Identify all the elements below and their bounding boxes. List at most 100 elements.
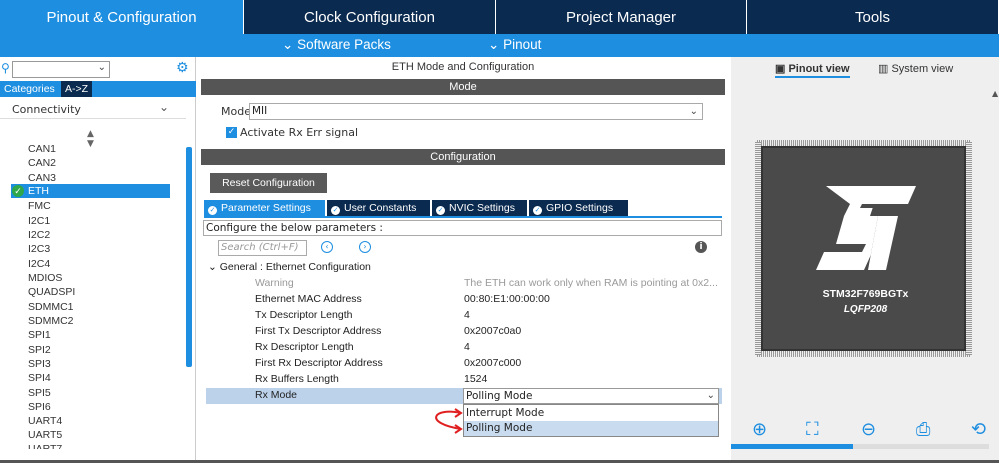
tab-label: Parameter Settings (221, 202, 311, 214)
zoom-out-icon[interactable]: ⊖ (861, 419, 876, 440)
export-icon[interactable]: ⎙ (916, 419, 930, 440)
list-item-mdios[interactable]: MDIOS (28, 271, 62, 285)
group-header[interactable]: ⌄ General : Ethernet Configuration (208, 261, 371, 273)
list-item-spi5[interactable]: SPI5 (28, 386, 51, 400)
chip-name: STM32F769BGTx (822, 288, 909, 300)
table-row[interactable]: Warning The ETH can work only when RAM is… (206, 276, 722, 292)
list-item-spi6[interactable]: SPI6 (28, 400, 51, 414)
st-logo (816, 186, 916, 270)
category-search: ⚲ ⌄ ⚙ (0, 59, 196, 79)
horizontal-scrollbar[interactable] (731, 444, 989, 449)
group-label: General : Ethernet Configuration (219, 261, 371, 273)
list-item-spi3[interactable]: SPI3 (28, 357, 51, 371)
tab-label: GPIO Settings (546, 202, 614, 214)
param-value: 0x2007c000 (464, 357, 522, 369)
mcu-chip[interactable]: STM32F769BGTx LQFP208 (761, 146, 966, 351)
category-search-input[interactable]: ⌄ (12, 61, 110, 78)
tab-categories[interactable]: Categories (0, 81, 59, 97)
chevron-down-icon: ⌄ (706, 390, 715, 401)
list-item-spi2[interactable]: SPI2 (28, 343, 51, 357)
pinout-menu[interactable]: ⌄ Pinout (488, 37, 541, 53)
param-name: First Tx Descriptor Address (255, 325, 382, 337)
rx-mode-select[interactable]: Polling Mode ⌄ (463, 388, 719, 404)
list-item-spi4[interactable]: SPI4 (28, 371, 51, 385)
list-item-spi1[interactable]: SPI1 (28, 328, 51, 342)
table-row[interactable]: Rx Descriptor Length 4 (206, 340, 722, 356)
list-item-fmc[interactable]: FMC (28, 199, 51, 213)
scrollbar[interactable] (186, 147, 192, 367)
table-row[interactable]: Rx Buffers Length 1524 (206, 372, 722, 388)
search-input[interactable]: Search (Ctrl+F) (218, 240, 307, 256)
list-item-uart7[interactable]: UART7 (28, 442, 62, 449)
tab-clock-configuration[interactable]: Clock Configuration (244, 0, 496, 34)
list-item-i2c4[interactable]: I2C4 (28, 257, 50, 271)
connectivity-section-header[interactable]: Connectivity ⌄ (0, 99, 186, 119)
param-name: Warning (255, 277, 294, 289)
configuration-header: Configuration (201, 149, 725, 165)
tab-system-view[interactable]: ▥ System view (878, 62, 953, 75)
configure-below-label: Configure the below parameters : (203, 220, 722, 236)
activate-rx-err-checkbox[interactable]: ✓ (226, 127, 237, 138)
list-item-can2[interactable]: CAN2 (28, 156, 56, 170)
table-row[interactable]: Ethernet MAC Address 00:80:E1:00:00:00 (206, 292, 722, 308)
previous-icon[interactable]: ‹ (321, 241, 333, 253)
tab-project-manager[interactable]: Project Manager (496, 0, 747, 34)
chevron-down-icon: ⌄ (488, 37, 504, 52)
param-value: 1524 (464, 373, 488, 385)
list-item-quadspi[interactable]: QUADSPI (28, 285, 75, 299)
gear-icon[interactable]: ⚙ (176, 60, 189, 76)
param-value: The ETH can work only when RAM is pointi… (464, 277, 718, 289)
list-item-i2c1[interactable]: I2C1 (28, 214, 50, 228)
param-name: Rx Descriptor Length (255, 341, 354, 353)
tab-tools[interactable]: Tools (747, 0, 999, 34)
chevron-down-icon: ⌄ (159, 100, 170, 114)
activate-rx-err-label: Activate Rx Err signal (240, 126, 359, 139)
reset-configuration-button[interactable]: Reset Configuration (210, 173, 327, 193)
list-item-i2c3[interactable]: I2C3 (28, 242, 50, 256)
list-item-eth[interactable]: ✓ ETH (11, 184, 170, 198)
rotate-icon[interactable]: ⟲ (971, 419, 986, 440)
list-item-sdmmc2[interactable]: SDMMC2 (28, 314, 74, 328)
search-icon[interactable]: ⚲ (1, 61, 10, 75)
tab-parameter-settings[interactable]: ✓ Parameter Settings (204, 200, 325, 216)
scrollbar-thumb[interactable] (731, 444, 853, 449)
tab-nvic-settings[interactable]: ✓ NVIC Settings (432, 200, 527, 216)
zoom-in-icon[interactable]: ⊕ (752, 419, 767, 440)
panel-title: ETH Mode and Configuration (391, 61, 535, 73)
tab-label: User Constants (344, 202, 417, 214)
fit-to-window-icon[interactable]: ⛶ (806, 419, 819, 440)
mode-select[interactable]: MII ⌄ (249, 103, 703, 120)
chevron-down-icon: ⌄ (689, 106, 698, 117)
table-row[interactable]: First Rx Descriptor Address 0x2007c000 (206, 356, 722, 372)
red-arrow-annotation (435, 408, 463, 434)
list-item-can3[interactable]: CAN3 (28, 171, 56, 185)
chip-pins-right (966, 142, 972, 355)
table-row[interactable]: Tx Descriptor Length 4 (206, 308, 722, 324)
list-item-uart5[interactable]: UART5 (28, 428, 62, 442)
next-icon[interactable]: › (359, 241, 371, 253)
list-item-can1[interactable]: CAN1 (28, 142, 56, 156)
tab-pinout-view[interactable]: ▣ Pinout view (775, 62, 850, 78)
tab-a-z[interactable]: A->Z (61, 81, 93, 97)
software-packs-label: Software Packs (297, 37, 391, 52)
tab-user-constants[interactable]: ✓ User Constants (327, 200, 430, 216)
tab-pinout-configuration[interactable]: Pinout & Configuration (0, 0, 244, 34)
check-icon: ✓ (436, 206, 445, 215)
list-item-sdmmc1[interactable]: SDMMC1 (28, 300, 74, 314)
table-row[interactable]: First Tx Descriptor Address 0x2007c0a0 (206, 324, 722, 340)
list-item-label: ETH (28, 185, 49, 197)
check-icon: ✓ (331, 206, 340, 215)
software-packs-menu[interactable]: ⌄ Software Packs (282, 37, 391, 53)
tab-gpio-settings[interactable]: ✓ GPIO Settings (529, 200, 628, 216)
param-name: Tx Descriptor Length (255, 309, 353, 321)
section-label: Connectivity (12, 103, 81, 116)
sort-icon[interactable]: ▲ ▼ (87, 129, 94, 149)
option-interrupt-mode[interactable]: Interrupt Mode (464, 406, 718, 421)
list-item-uart4[interactable]: UART4 (28, 414, 62, 428)
grid-icon: ▥ (878, 63, 892, 75)
scroll-up-icon[interactable]: ▲ (992, 89, 998, 98)
chevron-down-icon: ⌄ (208, 261, 220, 273)
info-icon[interactable]: i (695, 241, 707, 253)
option-polling-mode[interactable]: Polling Mode (464, 421, 718, 436)
list-item-i2c2[interactable]: I2C2 (28, 228, 50, 242)
